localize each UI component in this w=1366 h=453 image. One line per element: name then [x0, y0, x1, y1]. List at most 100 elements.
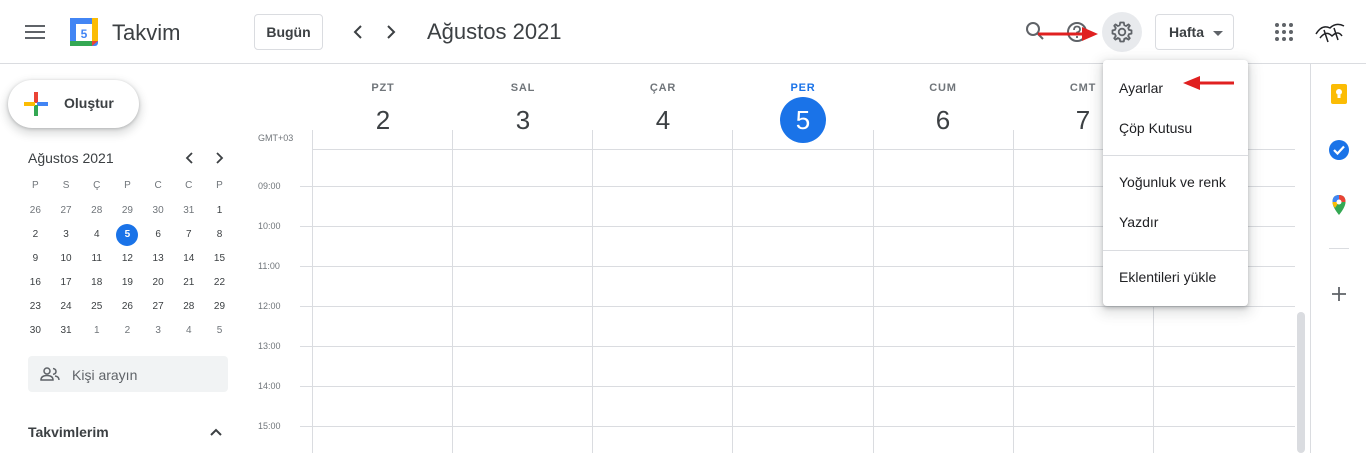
logo-day-number: 5 [81, 27, 88, 41]
mini-weekday: P [32, 180, 39, 191]
mini-day[interactable]: 31 [51, 320, 82, 344]
account-avatar[interactable] [1312, 16, 1348, 48]
mini-day[interactable]: 3 [143, 320, 174, 344]
mini-day[interactable]: 18 [81, 272, 112, 296]
day-header: ÇAR 4 [593, 64, 733, 150]
today-button[interactable]: Bugün [254, 14, 323, 50]
mini-day[interactable]: 26 [112, 296, 143, 320]
mini-day[interactable]: 3 [51, 224, 82, 248]
previous-week-chevron-icon[interactable] [346, 20, 370, 44]
mini-day[interactable]: 17 [51, 272, 82, 296]
mini-day[interactable]: 11 [81, 248, 112, 272]
my-calendars-heading[interactable]: Takvimlerim [28, 424, 109, 440]
hour-label: 15:00 [258, 421, 281, 431]
hour-label: 14:00 [258, 381, 281, 391]
mini-day[interactable]: 29 [204, 296, 235, 320]
mini-day[interactable]: 6 [143, 224, 174, 248]
mini-day[interactable]: 4 [173, 320, 204, 344]
people-search-placeholder: Kişi arayın [72, 367, 138, 383]
day-name: PER [790, 82, 816, 94]
mini-day[interactable]: 29 [112, 200, 143, 224]
collapse-chevron-up-icon[interactable] [207, 424, 225, 440]
mini-day[interactable]: 8 [204, 224, 235, 248]
hour-label: 10:00 [258, 221, 281, 231]
column-divider [873, 130, 874, 453]
mini-day[interactable]: 22 [204, 272, 235, 296]
mini-calendar-prev-chevron-icon[interactable] [182, 150, 198, 166]
mini-day[interactable]: 23 [20, 296, 51, 320]
mini-day[interactable]: 9 [20, 248, 51, 272]
mini-day[interactable]: 28 [81, 200, 112, 224]
hour-label: 12:00 [258, 301, 281, 311]
create-button-label: Oluştur [64, 95, 114, 111]
mini-day[interactable]: 5 [204, 320, 235, 344]
app-title: Takvim [112, 20, 181, 45]
mini-calendar-title: Ağustos 2021 [28, 150, 114, 166]
mini-day[interactable]: 26 [20, 200, 51, 224]
main-menu-icon[interactable] [20, 20, 50, 44]
mini-day[interactable]: 4 [81, 224, 112, 248]
day-date[interactable]: 4 [640, 97, 686, 143]
day-header: CUM 6 [873, 64, 1013, 150]
mini-day[interactable]: 1 [204, 200, 235, 224]
mini-day[interactable]: 30 [143, 200, 174, 224]
mini-day[interactable]: 25 [81, 296, 112, 320]
dropdown-caret-icon [1213, 31, 1223, 36]
mini-day[interactable]: 27 [143, 296, 174, 320]
mini-day[interactable]: 15 [204, 248, 235, 272]
mini-day[interactable]: 24 [51, 296, 82, 320]
mini-calendar-week: 30 31 1 2 3 4 5 [20, 320, 235, 344]
menu-item-density-and-color[interactable]: Yoğunluk ve renk [1103, 162, 1248, 202]
mini-day[interactable]: 27 [51, 200, 82, 224]
column-divider [592, 130, 593, 453]
gear-icon [1111, 21, 1133, 43]
mini-day[interactable]: 30 [20, 320, 51, 344]
mini-day-today[interactable]: 5 [112, 224, 143, 248]
menu-separator [1103, 250, 1248, 251]
mini-day[interactable]: 7 [173, 224, 204, 248]
hour-label: 13:00 [258, 341, 281, 351]
mini-calendar-week: 26 27 28 29 30 31 1 [20, 200, 235, 224]
menu-item-get-addons[interactable]: Eklentileri yükle [1103, 257, 1248, 297]
keep-icon[interactable] [1328, 83, 1350, 105]
create-button[interactable]: Oluştur [8, 80, 139, 128]
mini-day[interactable]: 2 [112, 320, 143, 344]
mini-day[interactable]: 21 [173, 272, 204, 296]
mini-day[interactable]: 28 [173, 296, 204, 320]
mini-day[interactable]: 13 [143, 248, 174, 272]
grid-scrollbar[interactable] [1297, 312, 1305, 453]
mini-day[interactable]: 10 [51, 248, 82, 272]
day-name: ÇAR [649, 82, 677, 94]
day-date-today[interactable]: 5 [780, 97, 826, 143]
add-addon-plus-icon[interactable] [1328, 283, 1350, 305]
people-search-input[interactable]: Kişi arayın [28, 356, 228, 392]
day-date[interactable]: 6 [920, 97, 966, 143]
next-week-chevron-icon[interactable] [379, 20, 403, 44]
mini-day[interactable]: 1 [81, 320, 112, 344]
top-app-bar: 5 Takvim Bugün Ağustos 2021 Hafta [0, 0, 1366, 64]
mini-day[interactable]: 20 [143, 272, 174, 296]
mini-calendar-next-chevron-icon[interactable] [211, 150, 227, 166]
mini-day[interactable]: 31 [173, 200, 204, 224]
mini-day[interactable]: 16 [20, 272, 51, 296]
day-date[interactable]: 7 [1060, 97, 1106, 143]
hour-gridline [300, 346, 1295, 347]
tasks-icon[interactable] [1328, 139, 1350, 161]
menu-item-print[interactable]: Yazdır [1103, 202, 1248, 242]
mini-day[interactable]: 12 [112, 248, 143, 272]
mini-day[interactable]: 19 [112, 272, 143, 296]
mini-calendar-grid: P S Ç P C C P 26 27 28 29 30 31 1 2 3 4 … [20, 176, 235, 344]
maps-icon[interactable] [1328, 194, 1350, 216]
day-date[interactable]: 2 [360, 97, 406, 143]
side-panel [1310, 64, 1366, 453]
view-selector[interactable]: Hafta [1155, 14, 1234, 50]
mini-day[interactable]: 2 [20, 224, 51, 248]
menu-item-trash[interactable]: Çöp Kutusu [1103, 108, 1248, 148]
day-date[interactable]: 3 [500, 97, 546, 143]
mini-day[interactable]: 14 [173, 248, 204, 272]
calendar-logo-icon[interactable]: 5 [68, 16, 100, 48]
google-apps-icon[interactable] [1274, 22, 1294, 42]
column-divider [452, 130, 453, 453]
column-divider [312, 130, 313, 453]
settings-button[interactable] [1102, 12, 1142, 52]
